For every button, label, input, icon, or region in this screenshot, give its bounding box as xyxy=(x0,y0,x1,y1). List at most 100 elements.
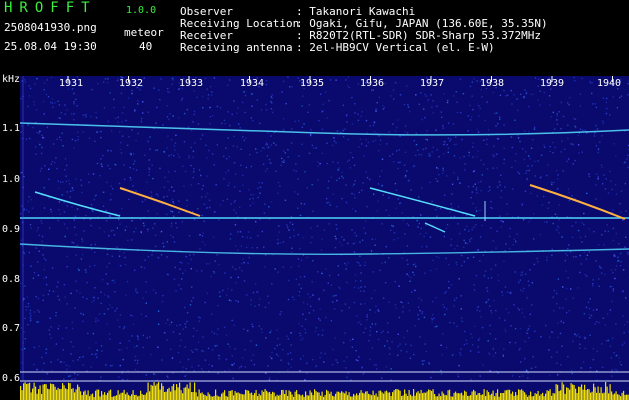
noise-dot xyxy=(351,123,354,125)
noise-dot xyxy=(436,206,438,209)
noise-dot xyxy=(107,120,109,123)
noise-dot xyxy=(205,196,207,198)
noise-dot xyxy=(388,301,390,303)
noise-dot xyxy=(20,327,22,329)
noise-dot xyxy=(601,343,603,345)
noise-dot xyxy=(137,132,139,135)
noise-dot xyxy=(190,129,193,132)
noise-dot xyxy=(312,359,314,361)
level-bar xyxy=(276,394,278,400)
noise-dot xyxy=(596,321,598,323)
level-bar xyxy=(257,396,259,400)
level-bar xyxy=(530,391,532,400)
level-bar xyxy=(122,392,124,400)
noise-dot xyxy=(136,335,139,337)
level-bar xyxy=(410,394,412,400)
noise-dot xyxy=(276,329,278,331)
noise-dot xyxy=(203,220,205,222)
noise-dot xyxy=(529,313,531,315)
level-bar xyxy=(557,384,559,400)
noise-dot xyxy=(287,362,289,364)
noise-dot xyxy=(441,354,443,356)
noise-dot xyxy=(206,175,208,177)
noise-dot xyxy=(568,244,570,246)
noise-dot xyxy=(499,184,501,186)
noise-dot xyxy=(119,265,122,267)
noise-dot xyxy=(358,321,361,323)
level-bar xyxy=(114,395,116,400)
noise-dot xyxy=(66,191,68,193)
noise-dot xyxy=(297,77,299,79)
noise-dot xyxy=(346,121,348,123)
noise-dot xyxy=(481,326,484,329)
level-bar xyxy=(212,396,214,400)
noise-dot xyxy=(46,79,48,81)
noise-dot xyxy=(471,81,473,83)
noise-dot xyxy=(24,338,26,340)
noise-dot xyxy=(264,170,267,172)
noise-dot xyxy=(71,241,73,243)
noise-dot xyxy=(28,196,30,198)
noise-dot xyxy=(200,138,202,140)
noise-dot xyxy=(120,349,123,351)
noise-dot xyxy=(168,118,170,121)
noise-dot xyxy=(24,81,27,83)
noise-dot xyxy=(611,369,613,371)
noise-dot xyxy=(116,307,118,310)
noise-dot xyxy=(387,322,389,324)
level-bar xyxy=(191,392,193,400)
noise-dot xyxy=(150,353,152,356)
level-bar xyxy=(578,386,580,400)
noise-dot xyxy=(154,234,157,236)
noise-dot xyxy=(568,310,570,312)
noise-dot xyxy=(460,295,462,297)
noise-dot xyxy=(133,231,135,233)
noise-dot xyxy=(171,77,174,80)
noise-dot xyxy=(566,287,568,290)
noise-dot xyxy=(270,108,272,110)
noise-dot xyxy=(213,164,215,166)
noise-dot xyxy=(460,308,462,310)
noise-dot xyxy=(183,112,186,115)
level-bar xyxy=(617,394,619,400)
noise-dot xyxy=(528,284,530,287)
noise-dot xyxy=(478,105,480,107)
noise-dot xyxy=(326,202,328,204)
level-bar xyxy=(129,396,131,400)
noise-dot xyxy=(478,115,480,117)
noise-dot xyxy=(574,79,576,82)
noise-dot xyxy=(500,174,502,176)
noise-dot xyxy=(332,301,334,303)
noise-dot xyxy=(443,143,445,146)
noise-dot xyxy=(557,322,559,324)
noise-dot xyxy=(28,95,30,97)
noise-dot xyxy=(133,346,136,348)
level-bar xyxy=(261,390,263,400)
noise-dot xyxy=(609,170,611,173)
noise-dot xyxy=(111,255,113,257)
noise-dot xyxy=(209,206,211,209)
noise-dot xyxy=(334,295,336,297)
noise-dot xyxy=(537,85,539,87)
level-bar xyxy=(495,392,497,400)
noise-dot xyxy=(95,320,97,323)
noise-dot xyxy=(311,184,313,186)
noise-dot xyxy=(225,358,228,361)
noise-dot xyxy=(45,348,48,350)
noise-dot xyxy=(609,114,611,116)
noise-dot xyxy=(543,146,546,148)
noise-dot xyxy=(577,229,580,232)
noise-dot xyxy=(363,155,365,157)
noise-dot xyxy=(509,227,511,230)
noise-dot xyxy=(526,329,529,332)
noise-dot xyxy=(397,198,400,200)
noise-dot xyxy=(268,146,270,148)
noise-dot xyxy=(282,129,285,131)
level-bar xyxy=(201,392,203,400)
noise-dot xyxy=(348,159,350,161)
noise-dot xyxy=(487,277,489,279)
noise-dot xyxy=(265,103,267,106)
noise-dot xyxy=(595,145,597,147)
noise-dot xyxy=(294,191,296,193)
noise-dot xyxy=(186,312,189,314)
